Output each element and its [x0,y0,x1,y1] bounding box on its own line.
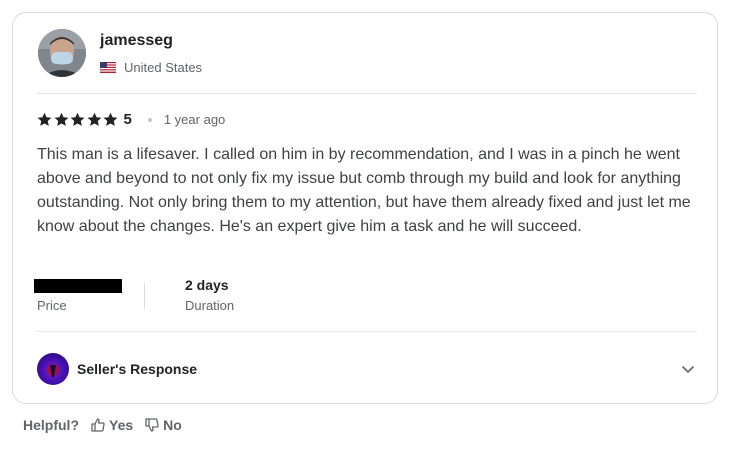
header-divider [37,93,697,94]
reviewer-avatar[interactable] [38,29,86,77]
star-icon [103,112,118,126]
price-value-redacted [34,279,122,293]
star-icon [87,112,101,126]
helpful-question: Helpful? [23,417,79,433]
reviewer-country: United States [100,60,202,75]
helpful-yes-label: Yes [109,417,134,433]
thumbs-down-icon [145,418,159,432]
thumbs-up-icon [91,418,105,432]
seller-response-label: Seller's Response [77,361,198,377]
star-icon [70,112,85,126]
seller-logo-icon [47,364,59,377]
country-name: United States [124,60,203,75]
price-redacted [34,279,122,293]
star-icon [54,112,68,126]
review-time-ago: 1 year ago [163,112,226,127]
rating-value: 5 [123,111,132,128]
rating-row: 5 1 year ago [37,111,225,128]
reviewer-username[interactable]: jamesseg [100,32,173,50]
review-card: jamesseg United States 5 1 year ago This… [12,12,718,404]
star-icon [37,112,52,126]
helpful-no-label: No [163,417,182,433]
chevron-down-icon[interactable] [681,362,695,376]
seller-avatar [37,353,69,385]
duration-label: Duration [185,298,235,313]
helpful-yes-button[interactable]: Yes [90,417,133,433]
separator-dot [147,117,152,122]
price-label: Price [37,298,67,313]
star-rating [37,112,120,127]
duration-value: 2 days [185,277,229,293]
meta-separator [144,283,145,309]
helpful-no-button[interactable]: No [144,417,182,433]
response-divider [37,331,697,332]
review-text: This man is a lifesaver. I called on him… [37,146,691,235]
us-flag-icon [100,62,116,73]
helpful-section: Helpful? Yes No [23,417,182,433]
reviewer-photo-icon [38,29,86,77]
seller-response-toggle[interactable]: Seller's Response [37,352,697,386]
